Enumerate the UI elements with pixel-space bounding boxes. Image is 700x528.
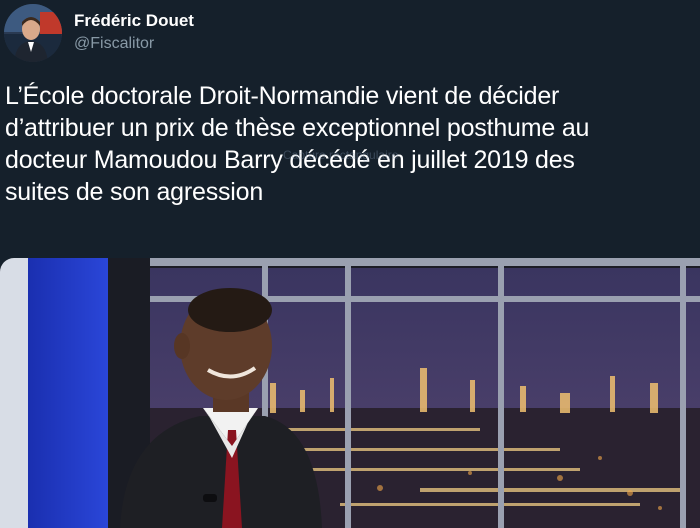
tweet-text-line: suites de son agression <box>5 178 264 206</box>
tweet-text-line: docteur Mamoudou Barry décédé en juillet… <box>5 146 575 174</box>
tweet-media-image[interactable] <box>0 258 700 528</box>
tweet-text-line: L’École doctorale Droit-Normandie vient … <box>5 82 560 110</box>
tweet-text: L’École doctorale Droit-Normandie vient … <box>5 80 695 208</box>
tweet-text-line: d’attribuer un prix de thèse exceptionne… <box>5 114 590 142</box>
avatar[interactable] <box>4 4 62 62</box>
tv-studio-photo <box>0 258 700 528</box>
display-name[interactable]: Frédéric Douet <box>74 11 194 31</box>
user-handle[interactable]: @Fiscalitor <box>74 35 154 53</box>
tweet-header: Frédéric Douet @Fiscalitor <box>0 0 700 70</box>
